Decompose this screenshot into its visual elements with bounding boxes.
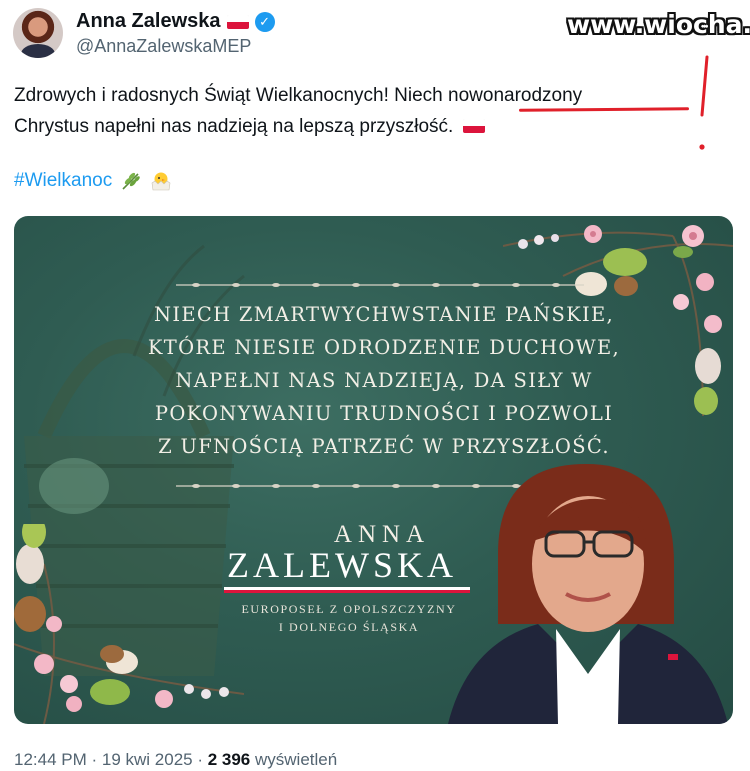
poland-flag-icon	[226, 14, 249, 29]
greeting-line: Niech Zmartwychwstanie Pańskie,	[153, 303, 615, 326]
author-name[interactable]: Anna Zalewska	[76, 10, 221, 33]
author-name-row: Anna Zalewska ✓	[76, 10, 275, 33]
easter-card-image[interactable]: Niech Zmartwychwstanie Pańskie, które ni…	[14, 216, 733, 724]
annotation-exclamation	[699, 55, 709, 150]
tweet-time[interactable]: 12:44 PM	[14, 750, 87, 769]
tweet-line2: Chrystus napełni nas nadzieją na lepszą …	[14, 116, 454, 137]
highlighted-word: nowonarodzony	[448, 85, 583, 106]
hashtag-row: #Wielkanoc	[14, 170, 172, 192]
tweet-meta: 12:44 PM · 19 kwi 2025 · 2 396 wyświetle…	[14, 750, 338, 769]
views-label: wyświetleń	[250, 750, 338, 769]
hatching-chick-icon	[151, 172, 171, 191]
verified-check-icon[interactable]: ✓	[254, 11, 275, 32]
avatar[interactable]	[13, 8, 63, 58]
greeting-line: napełni nas nadzieją, da siły w	[175, 369, 593, 392]
hashtag-link[interactable]: #Wielkanoc	[14, 170, 112, 192]
decorative-vine-top	[176, 283, 584, 287]
card-flag-stripe	[224, 587, 470, 593]
tweet-line1: Zdrowych i radosnych Świąt Wielkanocnych…	[14, 85, 449, 106]
tweet-text: Zdrowych i radosnych Świąt Wielkanocnych…	[14, 80, 714, 142]
greeting-line: pokonywaniu trudności i pozwoli	[154, 402, 614, 425]
card-greeting: Niech Zmartwychwstanie Pańskie, które ni…	[114, 298, 654, 463]
poland-flag-icon	[462, 119, 485, 133]
greeting-line: które niesie odrodzenie duchowe,	[147, 336, 621, 359]
greeting-line: z ufnością patrzeć w przyszłość.	[158, 435, 610, 458]
views-count: 2 396	[207, 750, 251, 769]
portrait-photo	[448, 464, 728, 724]
watermark: www.wiocha.pl	[567, 10, 750, 39]
herb-icon	[122, 172, 141, 190]
card-last-name: ZALEWSKA	[227, 545, 457, 585]
author-handle[interactable]: @AnnaZalewskaMEP	[76, 36, 251, 57]
tweet-date[interactable]: 19 kwi 2025	[102, 750, 193, 769]
